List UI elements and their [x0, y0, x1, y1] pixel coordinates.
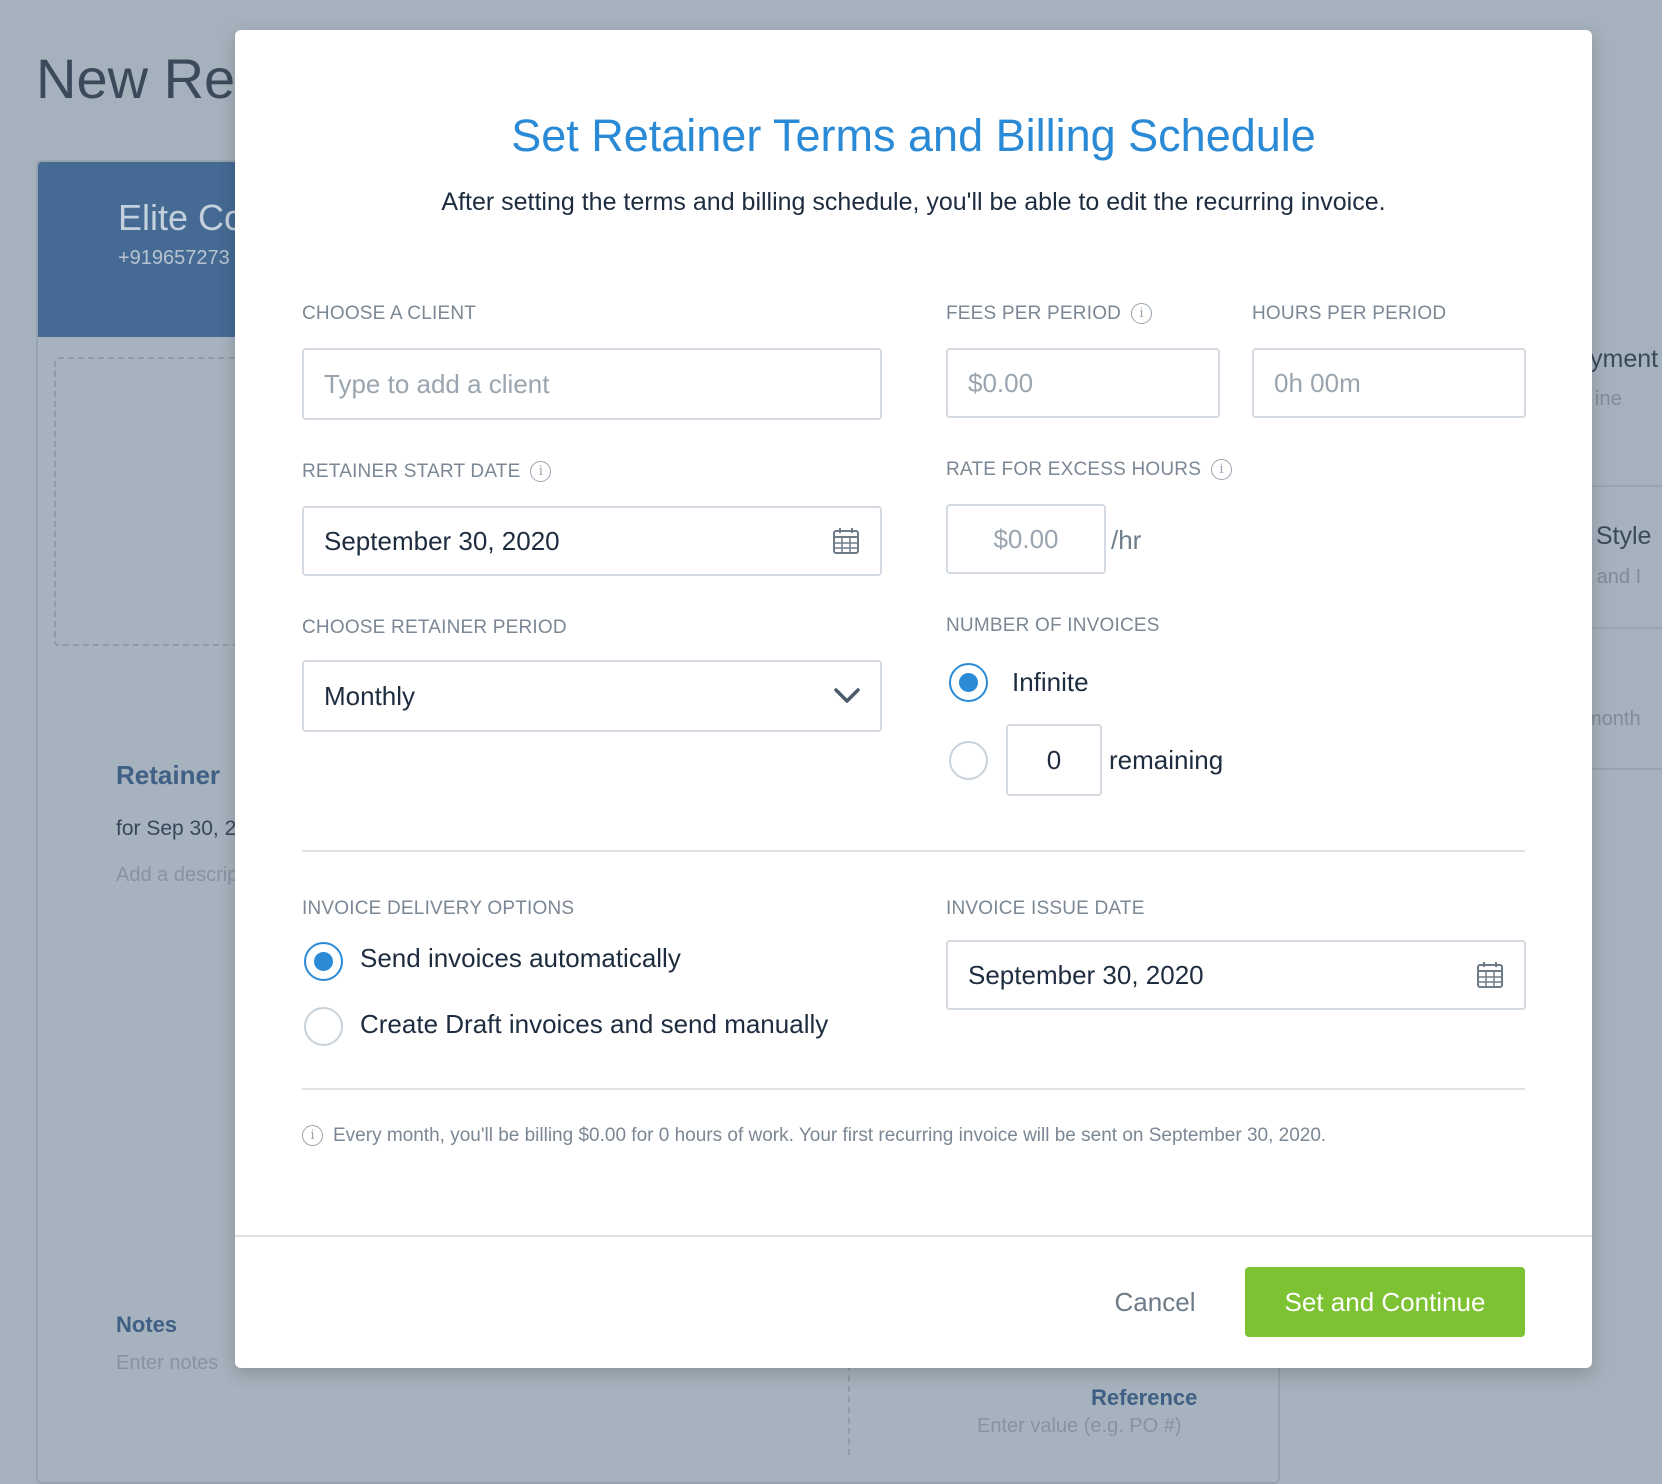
billing-summary-text: Every month, you'll be billing $0.00 for… — [333, 1125, 1327, 1146]
description-placeholder: Add a descrip — [116, 864, 239, 886]
client-phone: +919657273 — [118, 247, 230, 269]
divider — [302, 1088, 1525, 1090]
send-automatically-label[interactable]: Send invoices automatically — [360, 943, 681, 974]
infinite-radio-label[interactable]: Infinite — [1012, 667, 1089, 698]
excess-rate-label: RATE FOR EXCESS HOURS i — [946, 459, 1233, 481]
send-automatically-radio[interactable] — [304, 942, 343, 981]
chevron-down-icon — [834, 688, 860, 703]
billing-summary: i Every month, you'll be billing $0.00 fo… — [302, 1125, 1326, 1147]
excess-rate-placeholder: $0.00 — [993, 523, 1059, 554]
remaining-label: remaining — [1109, 745, 1224, 775]
info-icon[interactable]: i — [1131, 303, 1153, 325]
modal-title: Set Retainer Terms and Billing Schedule — [511, 110, 1316, 161]
client-label: CHOOSE A CLIENT — [302, 303, 477, 324]
cancel-button[interactable]: Cancel — [1065, 1267, 1245, 1337]
create-draft-label[interactable]: Create Draft invoices and send manually — [360, 1009, 828, 1040]
settings-item-title: yment — [1590, 345, 1659, 373]
client-input-placeholder: Type to add a client — [324, 368, 550, 399]
info-icon: i — [302, 1125, 323, 1147]
divider — [1588, 485, 1662, 487]
reference-heading: Reference — [1091, 1385, 1198, 1410]
client-input[interactable]: Type to add a client — [302, 348, 882, 420]
divider — [848, 1365, 850, 1455]
delivery-label: INVOICE DELIVERY OPTIONS — [302, 898, 575, 919]
infinite-radio[interactable] — [949, 663, 988, 702]
invoices-count-label: NUMBER OF INVOICES — [946, 615, 1160, 636]
notes-placeholder: Enter notes — [116, 1352, 219, 1374]
start-date-label-text: RETAINER START DATE — [302, 461, 521, 482]
retainer-terms-modal: Set Retainer Terms and Billing Schedule … — [235, 30, 1592, 1368]
fees-input-placeholder: $0.00 — [968, 367, 1034, 398]
footer-divider — [235, 1235, 1592, 1237]
modal-subtitle: After setting the terms and billing sche… — [441, 188, 1386, 216]
remaining-radio[interactable] — [949, 741, 988, 780]
retainer-date-text: for Sep 30, 2 — [116, 817, 237, 840]
settings-item-sub: ine — [1595, 388, 1622, 410]
divider — [1588, 768, 1662, 770]
remaining-count-value: 0 — [1046, 744, 1062, 775]
page-title: New Ret — [36, 47, 251, 110]
excess-rate-label-text: RATE FOR EXCESS HOURS — [946, 459, 1202, 480]
settings-item-sub: month — [1585, 708, 1641, 730]
fees-input[interactable]: $0.00 — [946, 348, 1220, 418]
hours-input[interactable]: 0h 00m — [1252, 348, 1526, 418]
create-draft-radio[interactable] — [304, 1007, 343, 1046]
client-name: Elite Co — [118, 197, 245, 238]
period-select-value: Monthly — [324, 680, 416, 711]
calendar-icon[interactable] — [832, 527, 860, 555]
fees-label-text: FEES PER PERIOD — [946, 303, 1122, 324]
issue-date-value: September 30, 2020 — [968, 959, 1204, 990]
start-date-value: September 30, 2020 — [324, 525, 560, 556]
period-select[interactable]: Monthly — [302, 660, 882, 732]
excess-rate-unit: /hr — [1111, 525, 1142, 555]
hours-input-placeholder: 0h 00m — [1274, 367, 1361, 398]
excess-rate-input[interactable]: $0.00 — [946, 504, 1106, 574]
remaining-count-input[interactable]: 0 — [1006, 724, 1102, 796]
info-icon[interactable]: i — [530, 461, 552, 483]
start-date-label: RETAINER START DATE i — [302, 461, 552, 483]
divider — [1588, 627, 1662, 629]
notes-heading: Notes — [116, 1312, 178, 1337]
issue-date-label: INVOICE ISSUE DATE — [946, 898, 1145, 919]
info-icon[interactable]: i — [1211, 459, 1233, 481]
issue-date-input[interactable]: September 30, 2020 — [946, 940, 1526, 1010]
fees-label: FEES PER PERIOD i — [946, 303, 1153, 325]
hours-label: HOURS PER PERIOD — [1252, 303, 1447, 324]
retainer-heading: Retainer — [116, 760, 221, 790]
set-and-continue-button[interactable]: Set and Continue — [1245, 1267, 1525, 1337]
calendar-icon[interactable] — [1476, 961, 1504, 989]
period-label: CHOOSE RETAINER PERIOD — [302, 617, 567, 638]
reference-placeholder: Enter value (e.g. PO #) — [977, 1415, 1182, 1437]
start-date-input[interactable]: September 30, 2020 — [302, 506, 882, 576]
divider — [302, 850, 1525, 852]
